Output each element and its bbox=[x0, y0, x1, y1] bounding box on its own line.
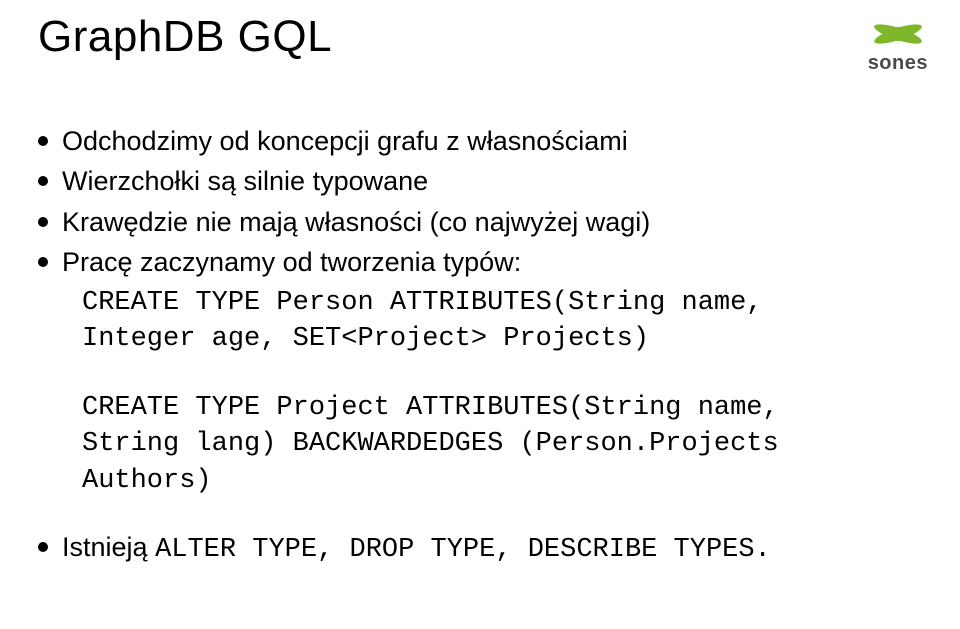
content-area: Odchodzimy od koncepcji grafu z własnośc… bbox=[38, 123, 922, 568]
sones-logo-icon bbox=[871, 14, 925, 54]
bullet-dot-icon bbox=[38, 136, 48, 146]
bullet-item: Wierzchołki są silnie typowane bbox=[38, 163, 922, 199]
code-line: Authors) bbox=[82, 466, 212, 496]
code-block-1: CREATE TYPE Person ATTRIBUTES(String nam… bbox=[82, 285, 922, 358]
bullet-text: Odchodzimy od koncepcji grafu z własnośc… bbox=[62, 123, 628, 159]
bullet-code: ALTER TYPE, DROP TYPE, DESCRIBE TYPES. bbox=[155, 535, 771, 565]
code-line: Integer age, SET<Project> Projects) bbox=[82, 324, 649, 354]
bullet-item: Pracę zaczynamy od tworzenia typów: bbox=[38, 244, 922, 280]
spacer bbox=[38, 358, 922, 388]
brand-name: sones bbox=[868, 52, 928, 75]
bullet-text: Istnieją ALTER TYPE, DROP TYPE, DESCRIBE… bbox=[62, 529, 771, 568]
bullet-item: Istnieją ALTER TYPE, DROP TYPE, DESCRIBE… bbox=[38, 529, 922, 568]
bullet-dot-icon bbox=[38, 257, 48, 267]
bullet-dot-icon bbox=[38, 176, 48, 186]
bullet-text: Wierzchołki są silnie typowane bbox=[62, 163, 428, 199]
code-line: String lang) BACKWARDEDGES (Person.Proje… bbox=[82, 429, 779, 459]
bullet-prefix: Istnieją bbox=[62, 532, 155, 562]
slide: GraphDB GQL sones Odchodzimy od koncepcj… bbox=[0, 0, 960, 629]
bullet-text: Krawędzie nie mają własności (co najwyże… bbox=[62, 204, 650, 240]
code-block-2: CREATE TYPE Project ATTRIBUTES(String na… bbox=[82, 390, 922, 499]
bullet-text: Pracę zaczynamy od tworzenia typów: bbox=[62, 244, 521, 280]
code-line: CREATE TYPE Project ATTRIBUTES(String na… bbox=[82, 393, 779, 423]
bullet-dot-icon bbox=[38, 542, 48, 552]
brand-logo: sones bbox=[868, 14, 928, 75]
header-row: GraphDB GQL sones bbox=[38, 12, 922, 75]
page-title: GraphDB GQL bbox=[38, 12, 332, 62]
bullet-dot-icon bbox=[38, 217, 48, 227]
bullet-item: Krawędzie nie mają własności (co najwyże… bbox=[38, 204, 922, 240]
spacer bbox=[38, 499, 922, 529]
code-line: CREATE TYPE Person ATTRIBUTES(String nam… bbox=[82, 288, 763, 318]
bullet-item: Odchodzimy od koncepcji grafu z własnośc… bbox=[38, 123, 922, 159]
